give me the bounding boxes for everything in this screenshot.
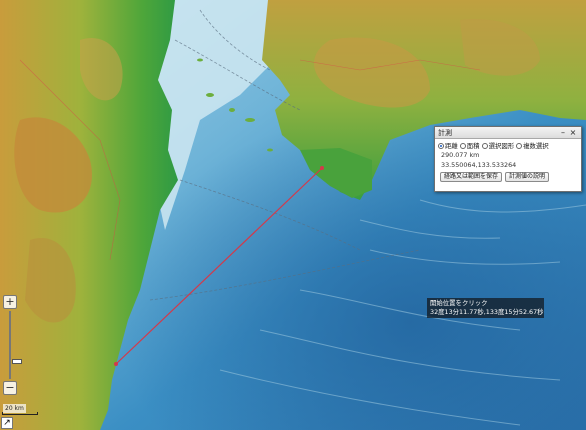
radio-icon[interactable] bbox=[516, 142, 523, 149]
expand-icon[interactable]: ↗ bbox=[1, 417, 13, 429]
measure-panel: 計測 – × 距離 面積 選択図形 複数選択 290.077 km 33.550… bbox=[434, 126, 582, 192]
panel-buttons: 経路又は範囲を保存 計測値の説明 bbox=[435, 170, 581, 182]
help-button[interactable]: 計測値の説明 bbox=[505, 172, 550, 182]
terrain-map[interactable] bbox=[0, 0, 586, 430]
zoom-control: + − bbox=[3, 295, 22, 397]
mode-selected-shape[interactable]: 選択図形 bbox=[481, 141, 514, 150]
mode-area[interactable]: 面積 bbox=[459, 141, 480, 150]
distance-value: 290.077 km bbox=[441, 151, 480, 159]
mode-multi-select[interactable]: 複数選択 bbox=[516, 141, 549, 150]
radio-icon[interactable] bbox=[438, 142, 444, 149]
zoom-slider-handle[interactable] bbox=[12, 359, 22, 364]
radio-icon[interactable] bbox=[459, 142, 466, 149]
scale-bar bbox=[2, 412, 38, 415]
zoom-out-button[interactable]: − bbox=[3, 381, 17, 395]
tooltip-coordinates: 32度13分11.77秒,133度15分52.67秒 bbox=[430, 308, 544, 316]
tooltip-instruction: 開始位置をクリック bbox=[430, 299, 488, 307]
zoom-in-button[interactable]: + bbox=[3, 295, 17, 309]
coordinates-value: 33.550064,133.533264 bbox=[441, 161, 517, 169]
panel-title: 計測 bbox=[438, 128, 452, 137]
panel-header[interactable]: 計測 – × bbox=[435, 127, 581, 139]
save-route-button[interactable]: 経路又は範囲を保存 bbox=[440, 172, 503, 182]
mode-distance[interactable]: 距離 bbox=[438, 141, 458, 150]
zoom-slider-track[interactable] bbox=[9, 311, 22, 379]
close-button[interactable]: × bbox=[568, 128, 578, 138]
mode-selector: 距離 面積 選択図形 複数選択 bbox=[435, 139, 581, 150]
cursor-tooltip: 開始位置をクリック 32度13分11.77秒,133度15分52.67秒 bbox=[427, 298, 544, 318]
minimize-button[interactable]: – bbox=[558, 128, 568, 138]
radio-icon[interactable] bbox=[481, 142, 488, 149]
